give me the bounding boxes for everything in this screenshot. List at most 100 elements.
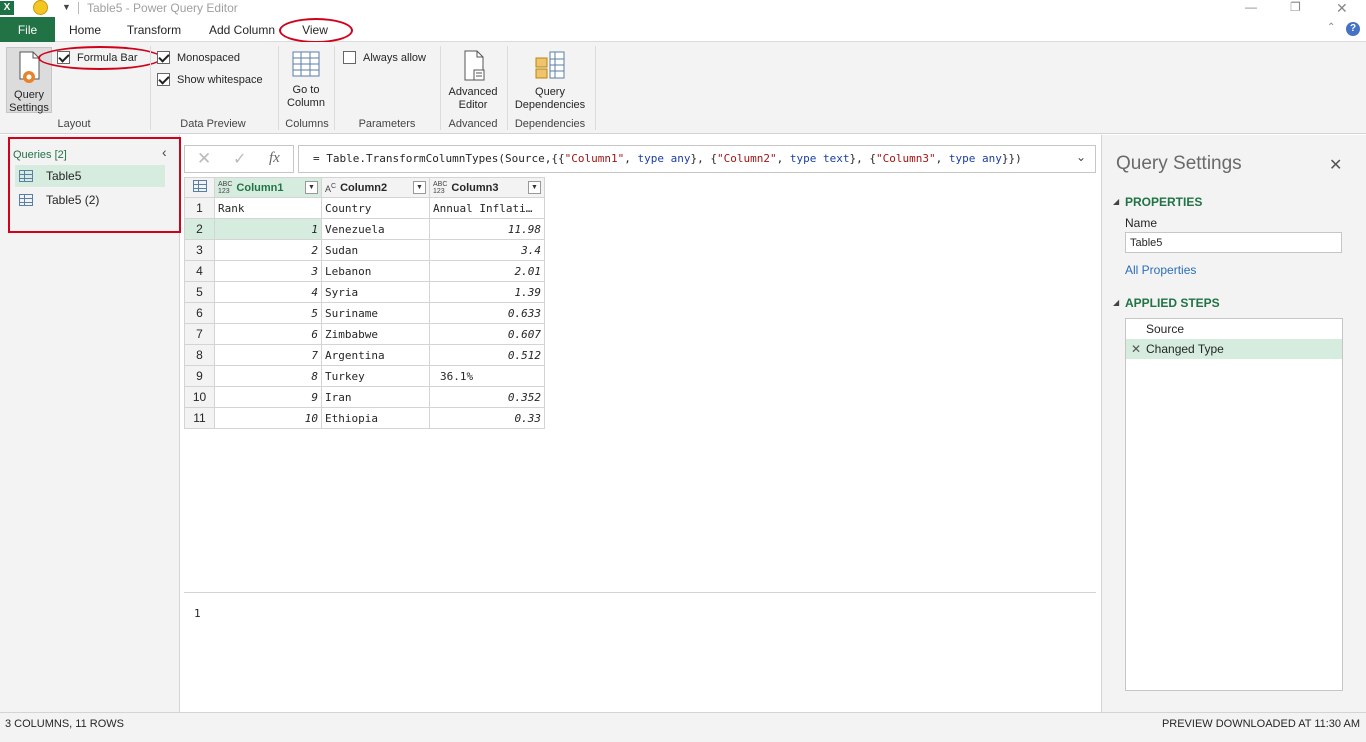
type-bottom: C bbox=[331, 182, 337, 190]
cell[interactable]: 0.607 bbox=[429, 323, 545, 345]
row-number[interactable]: 4 bbox=[184, 260, 215, 282]
properties-heading: PROPERTIES bbox=[1125, 195, 1203, 209]
row-number[interactable]: 10 bbox=[184, 386, 215, 408]
cell[interactable]: Sudan bbox=[321, 239, 430, 261]
table-menu-button[interactable] bbox=[184, 177, 215, 198]
cell[interactable]: 3.4 bbox=[429, 239, 545, 261]
cell[interactable]: 0.512 bbox=[429, 344, 545, 366]
formula-part: , bbox=[624, 152, 638, 165]
cell[interactable]: Country bbox=[321, 197, 430, 219]
column-filter-icon[interactable]: ▼ bbox=[305, 181, 318, 194]
row-number[interactable]: 7 bbox=[184, 323, 215, 345]
column-name: Column3 bbox=[451, 181, 499, 194]
expand-formula-icon[interactable]: ⌄ bbox=[1076, 150, 1086, 164]
cell[interactable]: Venezuela bbox=[321, 218, 430, 240]
cell[interactable]: 36.1% bbox=[429, 365, 545, 387]
row-number[interactable]: 6 bbox=[184, 302, 215, 324]
collapse-ribbon-icon[interactable]: ⌃ bbox=[1327, 22, 1335, 33]
row-number[interactable]: 8 bbox=[184, 344, 215, 366]
close-window-icon[interactable]: ✕ bbox=[1336, 0, 1348, 17]
column-header-column2[interactable]: AC Column2 ▼ bbox=[321, 177, 430, 198]
tab-transform[interactable]: Transform bbox=[120, 17, 188, 42]
column-filter-icon[interactable]: ▼ bbox=[413, 181, 426, 194]
cell[interactable]: 9 bbox=[214, 386, 322, 408]
cancel-formula-icon[interactable]: ✕ bbox=[197, 149, 211, 169]
minimize-icon[interactable]: — bbox=[1245, 0, 1257, 14]
row-number[interactable]: 11 bbox=[184, 407, 215, 429]
tab-file[interactable]: File bbox=[0, 17, 55, 42]
row-number[interactable]: 9 bbox=[184, 365, 215, 387]
monospaced-check-icon[interactable] bbox=[157, 51, 170, 64]
restore-icon[interactable]: ❐ bbox=[1290, 0, 1301, 14]
formula-part: , bbox=[935, 152, 949, 165]
cell[interactable]: Ethiopia bbox=[321, 407, 430, 429]
advanced-editor-button[interactable]: Advanced Editor bbox=[445, 50, 501, 112]
table-row: 9 8 Turkey 36.1% bbox=[184, 365, 545, 387]
all-properties-link[interactable]: All Properties bbox=[1125, 263, 1196, 277]
smiley-feedback-icon[interactable] bbox=[33, 0, 48, 15]
cell[interactable]: Lebanon bbox=[321, 260, 430, 282]
ribbon-separator bbox=[278, 46, 279, 130]
commit-formula-icon[interactable]: ✓ bbox=[233, 149, 246, 169]
go-to-column-button[interactable]: Go to Column bbox=[283, 50, 329, 110]
formula-input[interactable]: = Table.TransformColumnTypes(Source,{{"C… bbox=[298, 145, 1096, 173]
collapse-properties-icon[interactable]: ◢ bbox=[1113, 197, 1119, 206]
cell[interactable]: Turkey bbox=[321, 365, 430, 387]
step-source[interactable]: Source bbox=[1126, 319, 1342, 339]
advanced-editor-label-1: Advanced bbox=[448, 86, 498, 98]
fx-icon[interactable]: fx bbox=[269, 150, 280, 167]
cell[interactable]: 2 bbox=[214, 239, 322, 261]
cell[interactable]: Annual Inflati… bbox=[429, 197, 545, 219]
table-row: 7 6 Zimbabwe 0.607 bbox=[184, 323, 545, 345]
row-number[interactable]: 2 bbox=[184, 218, 215, 240]
cell[interactable]: Rank bbox=[214, 197, 322, 219]
column-filter-icon[interactable]: ▼ bbox=[528, 181, 541, 194]
quick-access-dropdown-icon[interactable]: ▼ bbox=[62, 2, 71, 12]
show-whitespace-checkbox[interactable]: Show whitespace bbox=[157, 73, 263, 86]
cell[interactable]: Zimbabwe bbox=[321, 323, 430, 345]
cell[interactable]: 8 bbox=[214, 365, 322, 387]
delete-step-icon[interactable]: ✕ bbox=[1131, 339, 1141, 359]
row-number[interactable]: 5 bbox=[184, 281, 215, 303]
queries-pane: Queries [2] ‹ Table5 Table5 (2) bbox=[0, 135, 181, 712]
tab-add-column[interactable]: Add Column bbox=[200, 17, 284, 42]
cell[interactable]: 0.33 bbox=[429, 407, 545, 429]
row-number[interactable]: 3 bbox=[184, 239, 215, 261]
name-input[interactable] bbox=[1125, 232, 1342, 253]
cell[interactable]: 5 bbox=[214, 302, 322, 324]
cell[interactable]: 1 bbox=[214, 218, 322, 240]
cell[interactable]: Iran bbox=[321, 386, 430, 408]
show-whitespace-check-icon[interactable] bbox=[157, 73, 170, 86]
collapse-applied-steps-icon[interactable]: ◢ bbox=[1113, 298, 1119, 307]
cell[interactable]: 2.01 bbox=[429, 260, 545, 282]
cell[interactable]: 11.98 bbox=[429, 218, 545, 240]
help-icon[interactable]: ? bbox=[1346, 22, 1360, 36]
always-allow-check-icon[interactable] bbox=[343, 51, 356, 64]
monospaced-checkbox[interactable]: Monospaced bbox=[157, 51, 240, 64]
cell[interactable]: Syria bbox=[321, 281, 430, 303]
cell[interactable]: 10 bbox=[214, 407, 322, 429]
cell[interactable]: 0.352 bbox=[429, 386, 545, 408]
queries-highlight-box bbox=[8, 137, 181, 233]
cell[interactable]: Argentina bbox=[321, 344, 430, 366]
table-row: 6 5 Suriname 0.633 bbox=[184, 302, 545, 324]
type-any-icon: ABC 123 bbox=[218, 181, 232, 195]
go-to-column-icon bbox=[292, 51, 320, 77]
cell[interactable]: 3 bbox=[214, 260, 322, 282]
step-label: Changed Type bbox=[1146, 342, 1224, 356]
column-header-column3[interactable]: ABC 123 Column3 ▼ bbox=[429, 177, 545, 198]
cell[interactable]: Suriname bbox=[321, 302, 430, 324]
row-number[interactable]: 1 bbox=[184, 197, 215, 219]
cell[interactable]: 4 bbox=[214, 281, 322, 303]
query-dependencies-button[interactable]: Query Dependencies bbox=[510, 50, 590, 112]
close-settings-icon[interactable]: ✕ bbox=[1329, 155, 1342, 175]
cell[interactable]: 0.633 bbox=[429, 302, 545, 324]
tab-home[interactable]: Home bbox=[60, 17, 110, 42]
step-changed-type[interactable]: ✕ Changed Type bbox=[1126, 339, 1342, 359]
cell[interactable]: 7 bbox=[214, 344, 322, 366]
cell[interactable]: 6 bbox=[214, 323, 322, 345]
cell[interactable]: 1.39 bbox=[429, 281, 545, 303]
column-header-column1[interactable]: ABC 123 Column1 ▼ bbox=[214, 177, 322, 198]
always-allow-checkbox[interactable]: Always allow bbox=[343, 51, 426, 64]
type-bottom: 123 bbox=[218, 187, 230, 195]
